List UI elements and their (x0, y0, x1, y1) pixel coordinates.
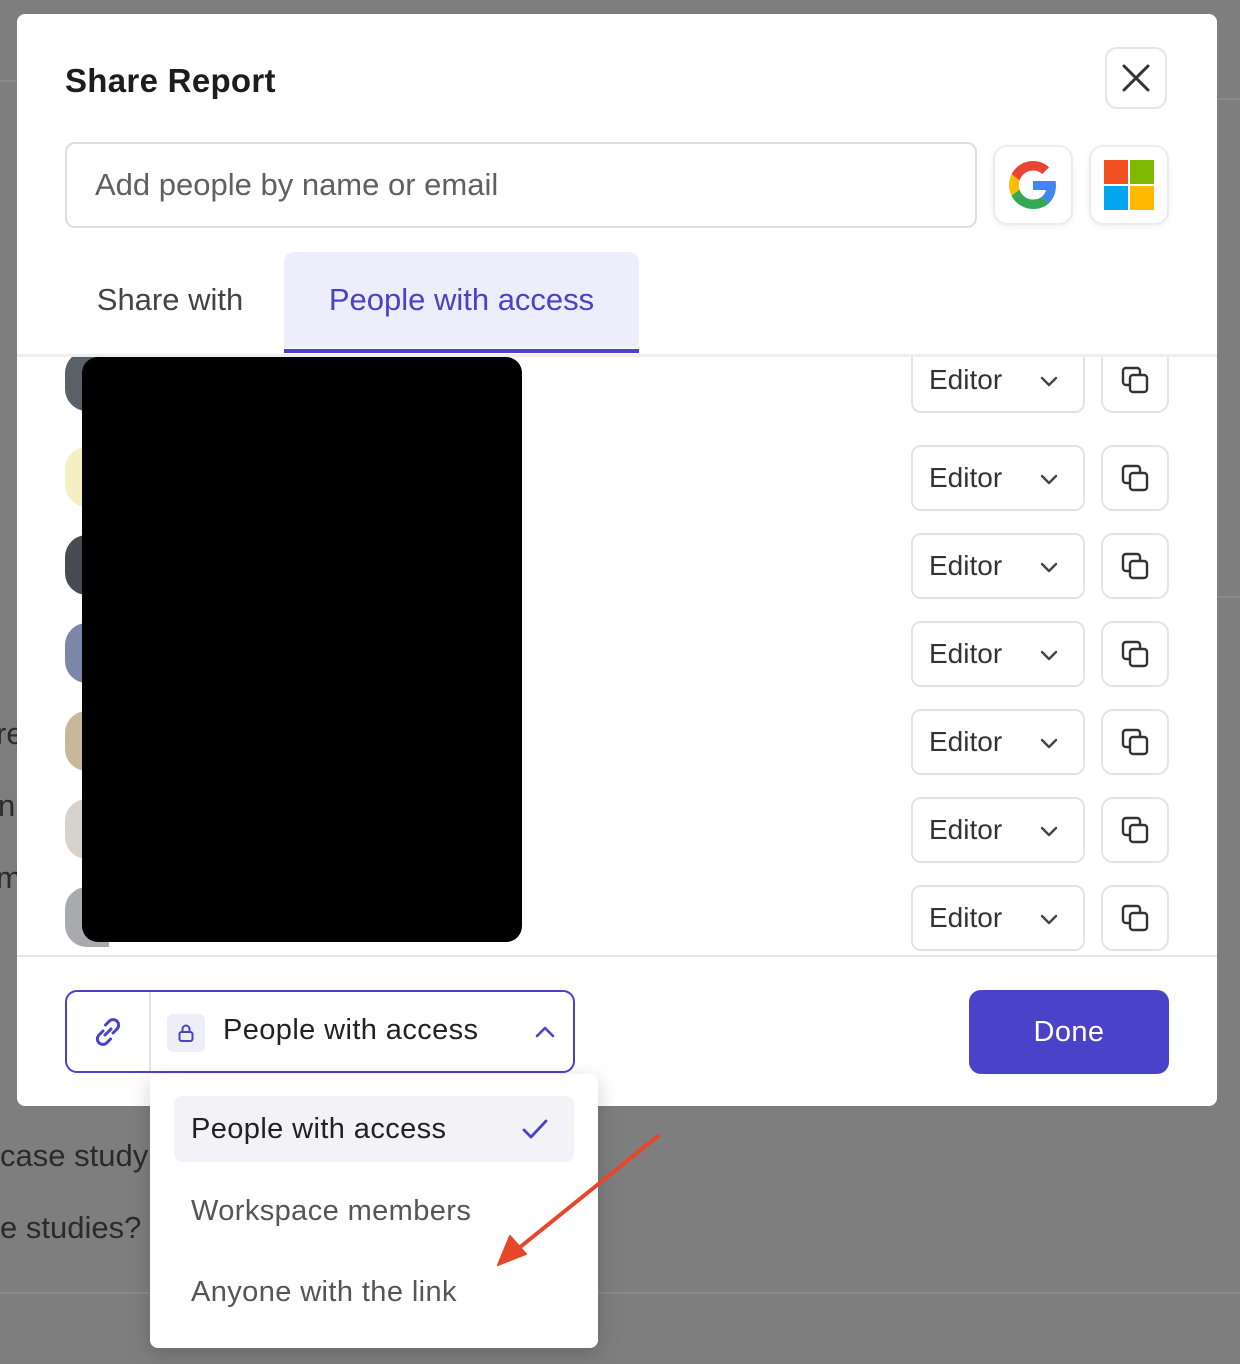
copy-button[interactable] (1101, 357, 1169, 413)
close-icon (1122, 64, 1150, 92)
link-access-value: People with access (223, 1014, 479, 1046)
chevron-down-icon (1040, 474, 1058, 485)
role-label: Editor (929, 814, 1003, 845)
role-dropdown[interactable]: Editor (911, 709, 1085, 775)
footer-divider (17, 955, 1217, 957)
menu-item-anyone-with-link[interactable]: Anyone with the link (174, 1259, 574, 1325)
role-label: Editor (929, 638, 1003, 669)
share-tabs: Share with People with access (17, 250, 1217, 357)
role-dropdown[interactable]: Editor (911, 357, 1085, 413)
check-icon (522, 1119, 548, 1139)
copy-icon (1121, 552, 1149, 580)
background-divider (0, 1292, 150, 1294)
copy-button[interactable] (1101, 797, 1169, 863)
link-icon (95, 1017, 121, 1046)
copy-button[interactable] (1101, 709, 1169, 775)
background-divider (1217, 596, 1240, 598)
tab-people-with-access[interactable]: People with access (284, 252, 639, 348)
menu-item-people-with-access[interactable]: People with access (174, 1096, 574, 1162)
copy-icon (1121, 464, 1149, 492)
menu-item-label: Workspace members (191, 1194, 472, 1227)
menu-item-label: Anyone with the link (191, 1275, 457, 1308)
role-label: Editor (929, 726, 1003, 757)
chevron-down-icon (1040, 376, 1058, 387)
chevron-down-icon (1040, 738, 1058, 749)
add-people-input[interactable] (65, 142, 977, 228)
chevron-down-icon (1040, 562, 1058, 573)
link-access-menu: People with access Workspace members Any… (150, 1074, 598, 1348)
background-divider (1217, 98, 1240, 100)
lock-icon-badge (167, 1014, 205, 1052)
role-dropdown[interactable]: Editor (911, 885, 1085, 951)
role-label: Editor (929, 550, 1003, 581)
copy-button[interactable] (1101, 621, 1169, 687)
role-label: Editor (929, 902, 1003, 933)
copy-icon (1121, 728, 1149, 756)
menu-item-label: People with access (191, 1112, 447, 1145)
link-access-control[interactable]: People with access (65, 990, 575, 1073)
chevron-down-icon (1040, 914, 1058, 925)
background-divider (0, 80, 17, 82)
copy-button[interactable] (1101, 445, 1169, 511)
role-dropdown[interactable]: Editor (911, 621, 1085, 687)
copy-button[interactable] (1101, 885, 1169, 951)
role-dropdown[interactable]: Editor (911, 533, 1085, 599)
dialog-title: Share Report (65, 62, 276, 99)
microsoft-contacts-button[interactable] (1089, 145, 1169, 225)
role-dropdown[interactable]: Editor (911, 445, 1085, 511)
copy-icon (1121, 816, 1149, 844)
copy-icon (1121, 640, 1149, 668)
menu-item-workspace-members[interactable]: Workspace members (174, 1178, 574, 1244)
close-button[interactable] (1105, 47, 1167, 109)
copy-link-button[interactable] (67, 992, 151, 1071)
chevron-up-icon (535, 1026, 555, 1038)
background-text: n (0, 788, 16, 823)
microsoft-logo-icon (1104, 160, 1154, 210)
chevron-down-icon (1040, 826, 1058, 837)
copy-button[interactable] (1101, 533, 1169, 599)
tab-share-with[interactable]: Share with (65, 252, 275, 348)
done-button[interactable]: Done (969, 990, 1169, 1074)
google-contacts-button[interactable] (993, 145, 1073, 225)
background-text: e studies? (0, 1210, 142, 1245)
chevron-down-icon (1040, 650, 1058, 661)
role-label: Editor (929, 364, 1003, 395)
redacted-member-names (82, 357, 522, 942)
background-text: case study (0, 1138, 149, 1173)
role-label: Editor (929, 462, 1003, 493)
google-logo-icon (1009, 161, 1056, 209)
role-dropdown[interactable]: Editor (911, 797, 1085, 863)
copy-icon (1121, 904, 1149, 932)
copy-icon (1121, 366, 1149, 394)
background-divider (598, 1292, 1240, 1294)
lock-icon (178, 1024, 194, 1042)
active-tab-indicator (284, 349, 639, 353)
